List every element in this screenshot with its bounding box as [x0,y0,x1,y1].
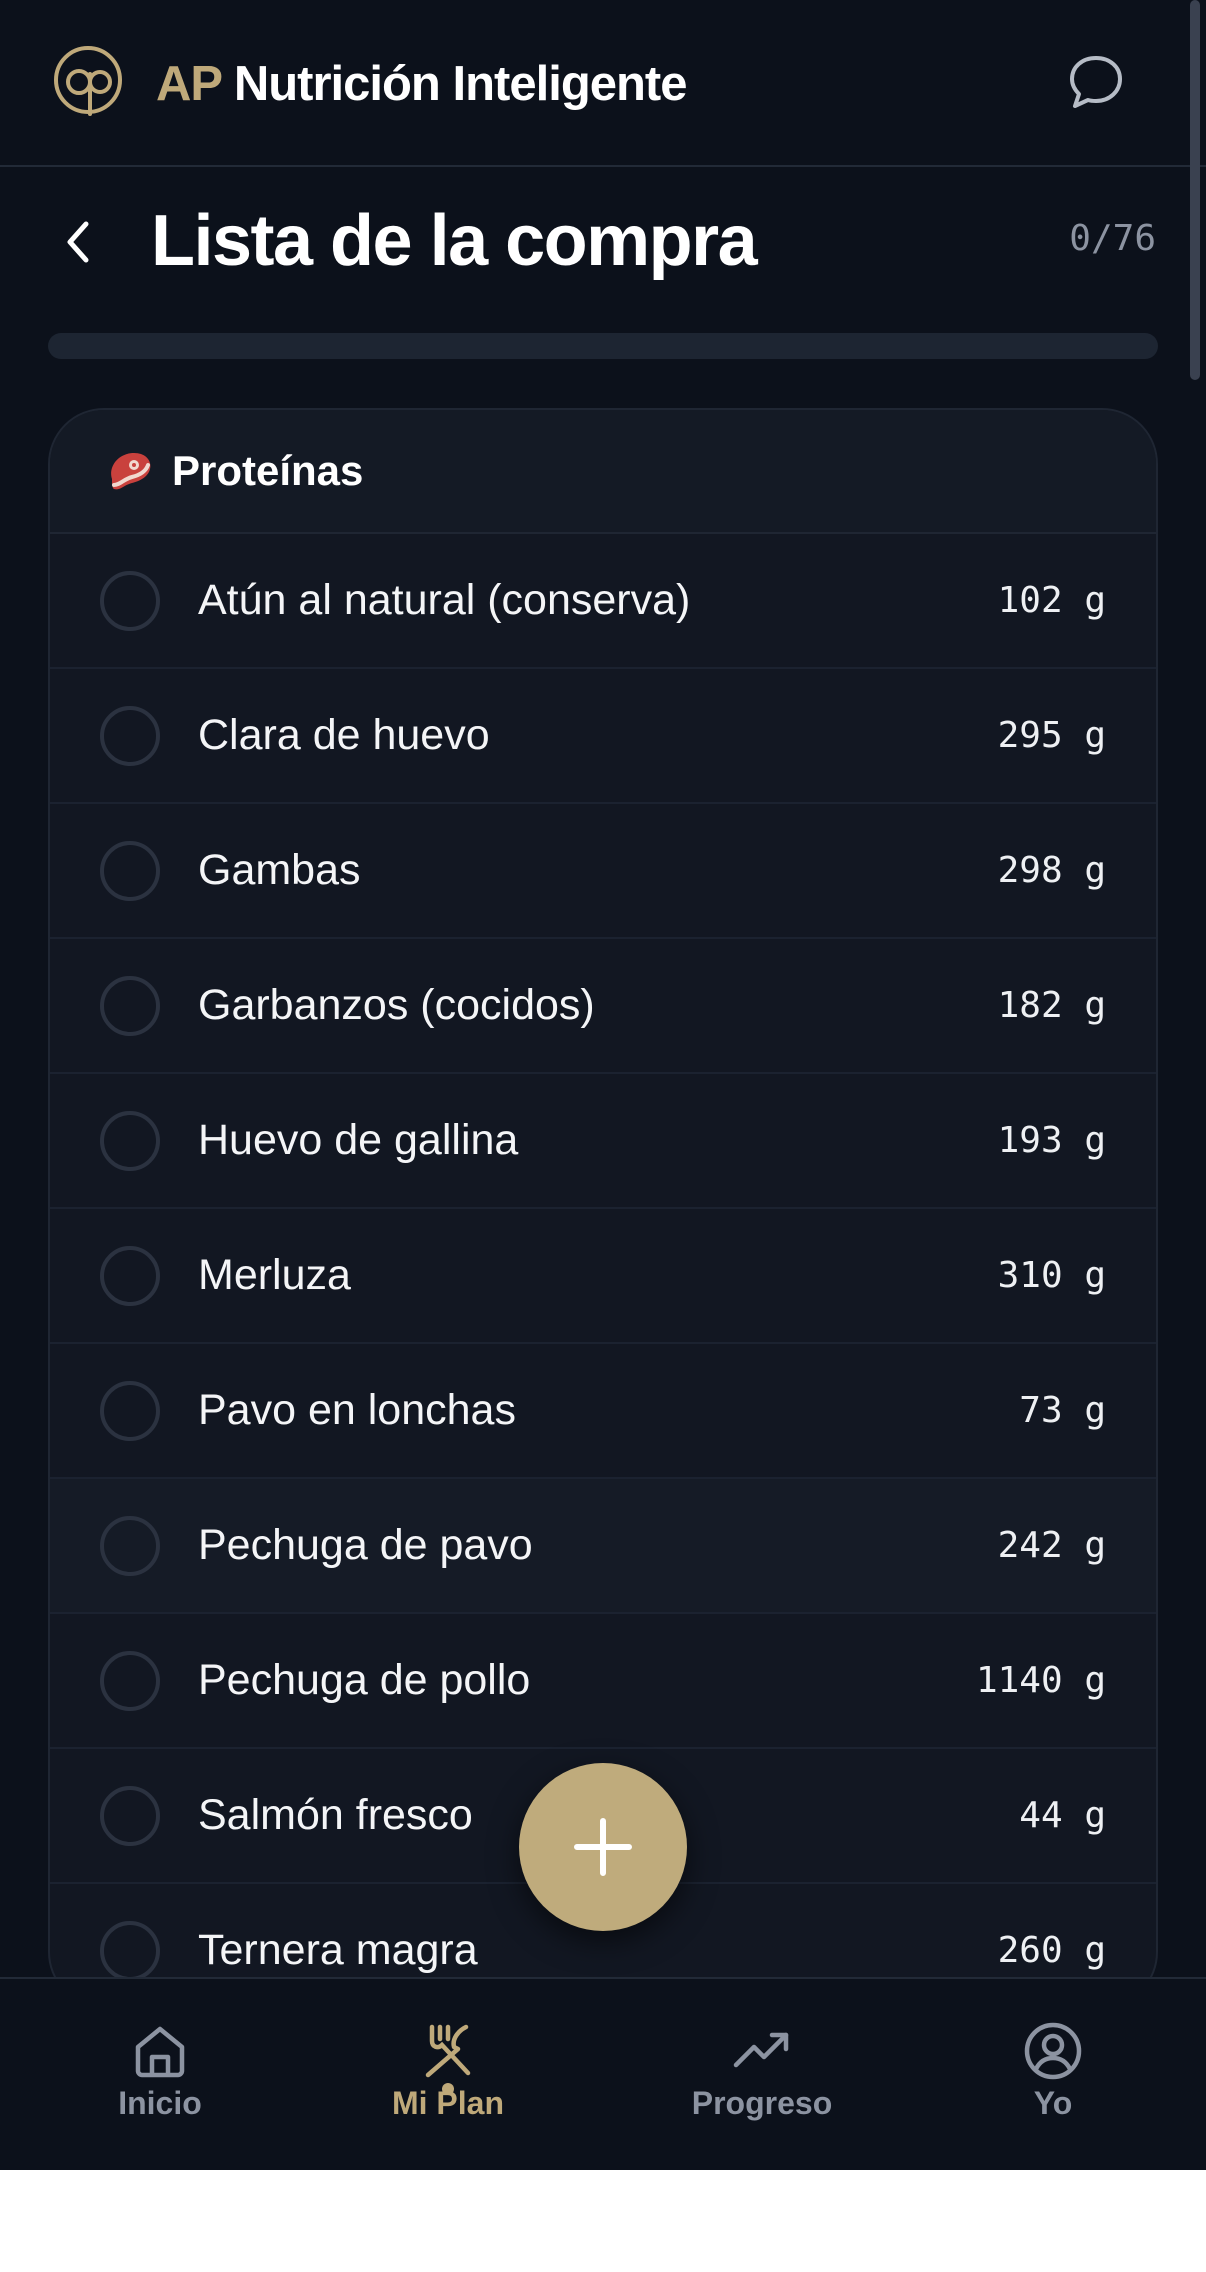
item-name: Pechuga de pavo [198,1521,533,1569]
list-item[interactable]: Clara de huevo 295 g [50,669,1156,804]
item-checkbox[interactable] [100,705,160,766]
item-checkbox[interactable] [100,1785,160,1846]
item-checkbox[interactable] [100,1650,160,1711]
item-name: Gambas [198,846,361,894]
nav-label-inicio: Inicio [118,2085,202,2121]
item-checkbox[interactable] [100,840,160,901]
item-name: Pavo en lonchas [198,1386,516,1434]
item-quantity: 1140 g [975,1660,1106,1701]
user-circle-icon [1024,2022,1082,2080]
item-checkbox[interactable] [100,570,160,631]
item-quantity: 193 g [997,1120,1106,1161]
item-checkbox[interactable] [100,975,160,1036]
chat-bubble-icon[interactable] [1066,52,1126,112]
item-name: Salmón fresco [198,1791,473,1839]
back-chevron-icon[interactable] [58,212,98,272]
item-name: Huevo de gallina [198,1116,519,1164]
list-item[interactable]: Huevo de gallina 193 g [50,1074,1156,1209]
item-quantity: 242 g [997,1525,1106,1566]
home-icon [135,2026,185,2078]
item-quantity: 295 g [997,715,1106,756]
item-checkbox[interactable] [100,1110,160,1171]
nav-item-yo[interactable]: Yo [953,1979,1153,2170]
checked-counter: 0/76 [1069,218,1156,259]
list-item[interactable]: Pechuga de pollo 1140 g [50,1614,1156,1749]
app-brand: AP Nutrición Inteligente [156,54,687,114]
brand-prefix: AP [156,57,222,111]
item-name: Clara de huevo [198,711,490,759]
item-quantity: 102 g [997,580,1106,621]
item-quantity: 310 g [997,1255,1106,1296]
list-item[interactable]: Merluza 310 g [50,1209,1156,1344]
list-item[interactable]: Atún al natural (conserva) 102 g [50,534,1156,669]
item-name: Atún al natural (conserva) [198,576,691,624]
trending-up-icon [733,2032,789,2068]
item-quantity: 298 g [997,850,1106,891]
item-name: Ternera magra [198,1926,478,1974]
list-item[interactable]: Garbanzos (cocidos) 182 g [50,939,1156,1074]
item-checkbox[interactable] [100,1515,160,1576]
list-item[interactable]: Gambas 298 g [50,804,1156,939]
item-checkbox[interactable] [100,1245,160,1306]
nav-label-yo: Yo [1033,2085,1073,2121]
nav-item-mi-plan[interactable]: Mi Plan [348,1979,548,2170]
item-quantity: 260 g [997,1930,1106,1971]
top-bar: AP Nutrición Inteligente [0,0,1206,167]
item-checkbox[interactable] [100,1920,160,1981]
progress-bar [48,333,1158,359]
page-header: Lista de la compra 0/76 [0,168,1206,318]
list-item[interactable]: Pavo en lonchas 73 g [50,1344,1156,1479]
page-title: Lista de la compra [151,201,758,281]
item-quantity: 73 g [1019,1390,1106,1431]
category-header[interactable]: Proteínas [50,410,1156,534]
item-quantity: 44 g [1019,1795,1106,1836]
ap-logo-icon [54,46,122,116]
nav-item-inicio[interactable]: Inicio [60,1979,260,2170]
app-screen: AP Nutrición Inteligente Lista de la com… [0,0,1206,2170]
brand-name: Nutrición Inteligente [233,57,688,111]
active-indicator-dot [442,2083,454,2095]
item-checkbox[interactable] [100,1380,160,1441]
fork-knife-icon [425,2024,471,2078]
nav-item-progreso[interactable]: Progreso [662,1979,862,2170]
item-name: Pechuga de pollo [198,1656,531,1704]
category-title: Proteínas [172,447,364,494]
item-name: Merluza [198,1251,351,1299]
item-name: Garbanzos (cocidos) [198,981,595,1029]
meat-icon [111,453,151,490]
add-item-button[interactable] [519,1763,687,1931]
nav-label-progreso: Progreso [691,2085,833,2121]
item-quantity: 182 g [997,985,1106,1026]
bottom-nav: Inicio Mi Plan Progreso Yo [0,1977,1206,2170]
list-item[interactable]: Pechuga de pavo 242 g [50,1479,1156,1614]
plus-icon [574,1818,632,1876]
